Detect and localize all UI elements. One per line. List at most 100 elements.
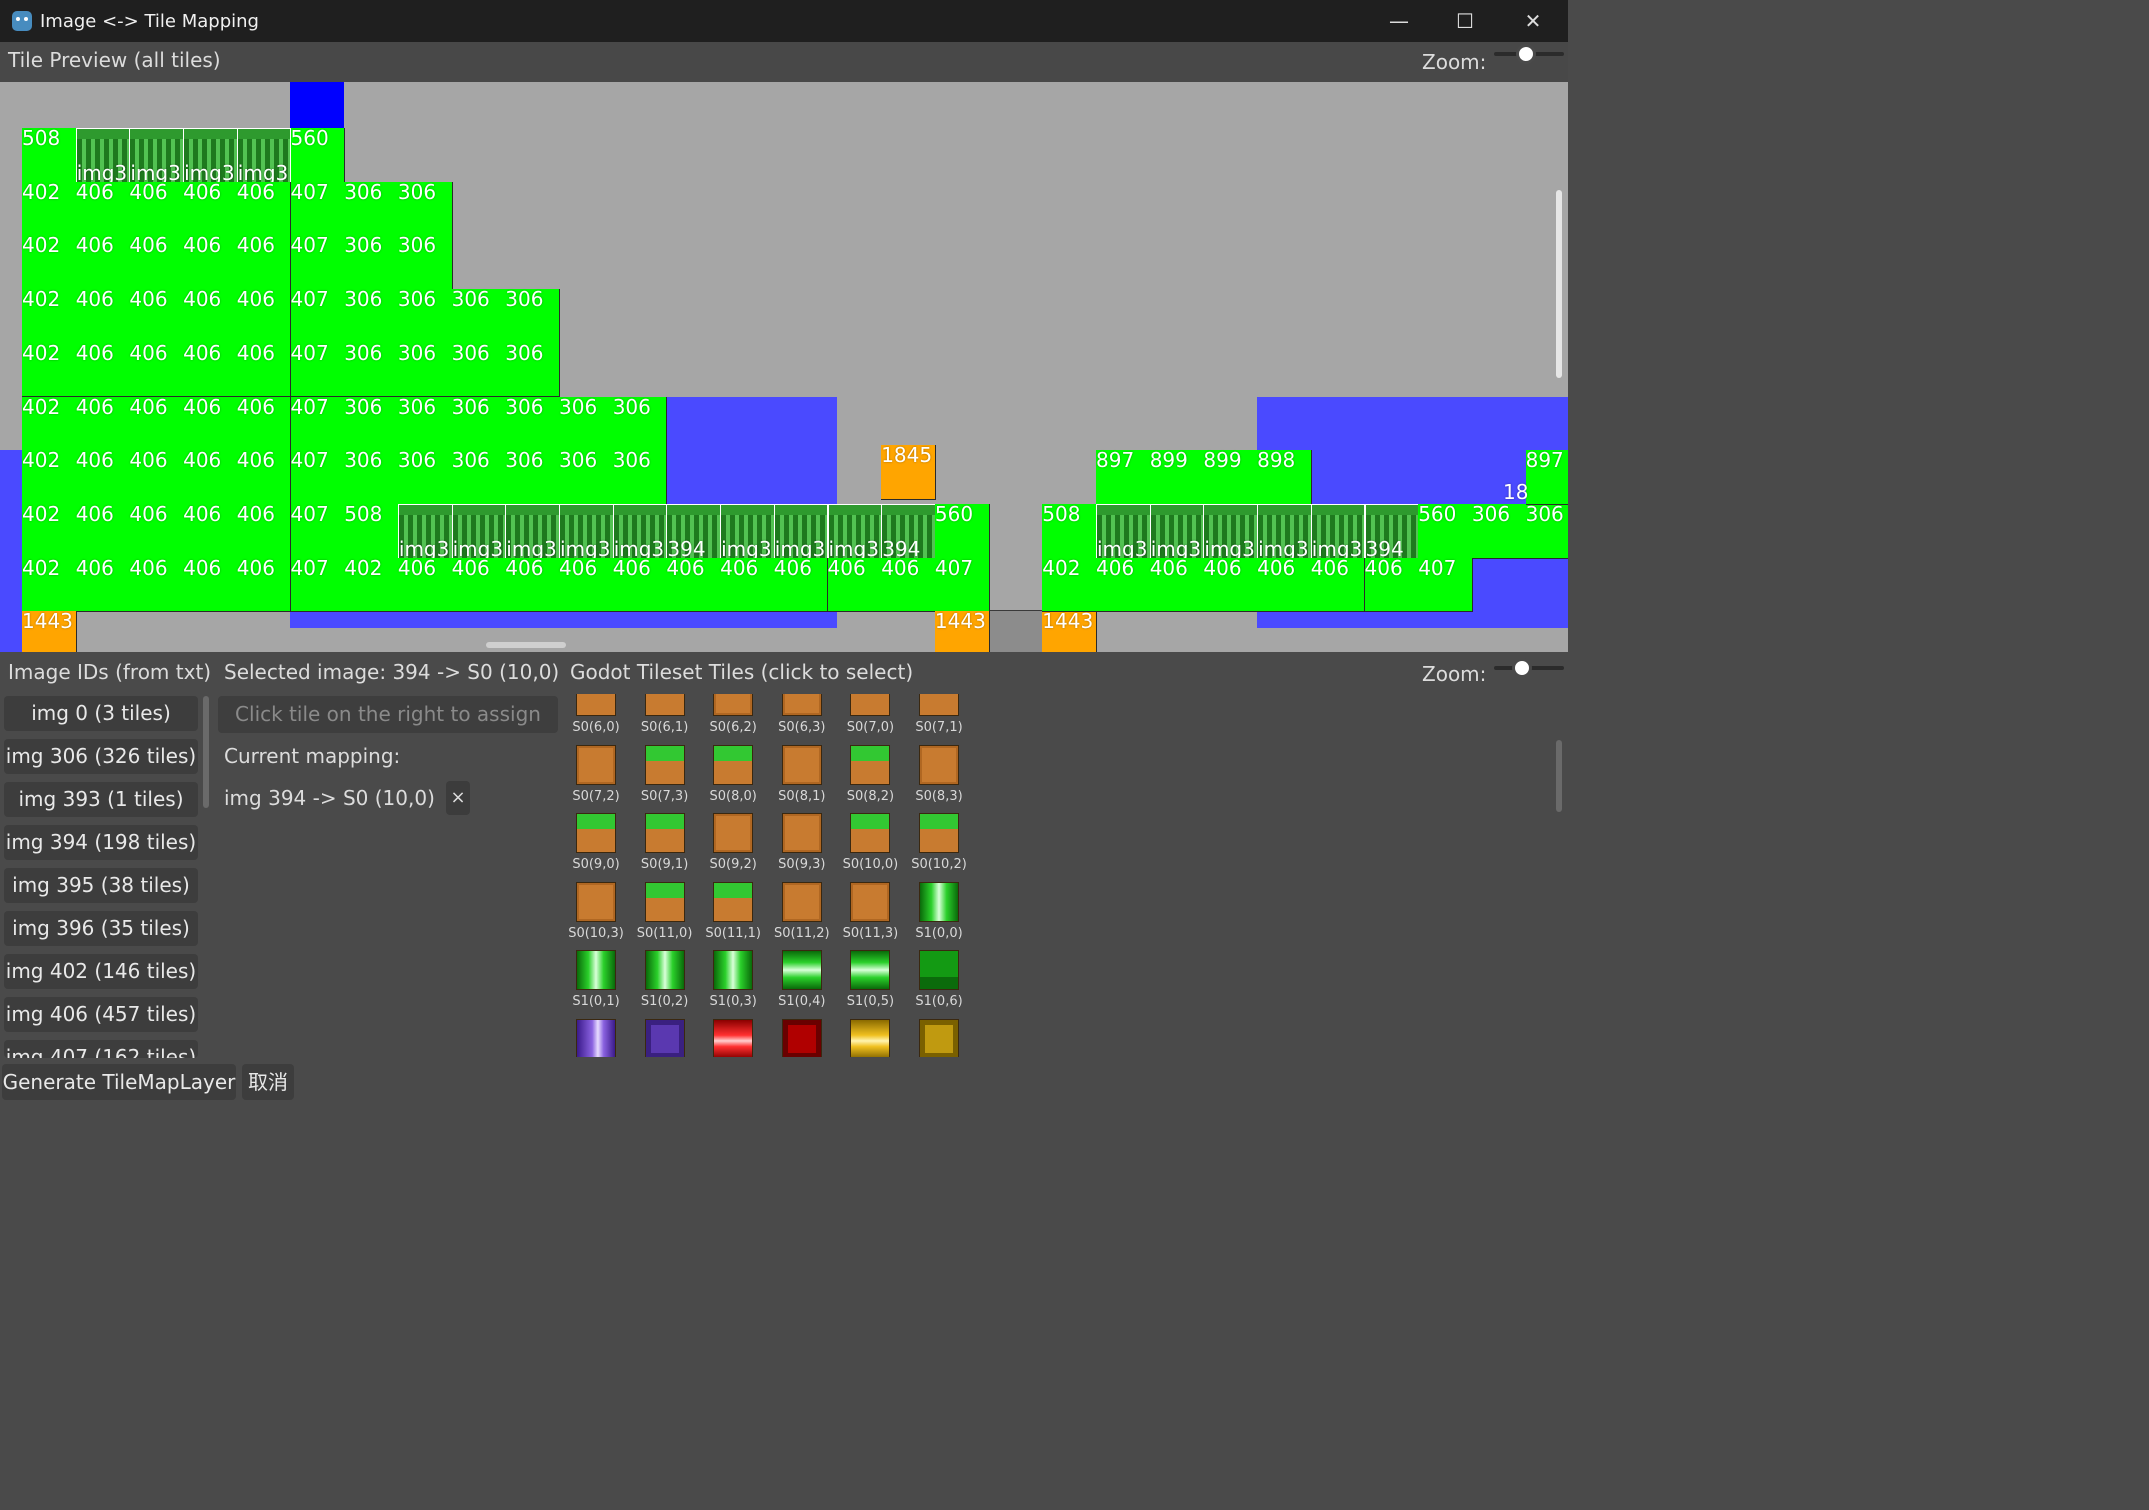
- image-id-item[interactable]: img 395 (38 tiles): [4, 868, 198, 903]
- tile-thumbnail-icon: [644, 950, 685, 991]
- tile-id-label: 407: [290, 555, 329, 580]
- image-id-item[interactable]: img 406 (457 tiles): [4, 997, 198, 1032]
- tileset-tile[interactable]: S0(11,1): [699, 881, 767, 951]
- tile-id-label: 306: [397, 394, 437, 419]
- tileset-tile[interactable]: [836, 1019, 904, 1057]
- tileset-tile[interactable]: S0(8,1): [768, 744, 836, 814]
- remove-mapping-button[interactable]: ×: [446, 781, 470, 815]
- selected-image-label: Selected image: 394 -> S0 (10,0): [224, 660, 560, 684]
- preview-tile: 407: [290, 555, 346, 613]
- tile-thumbnail-icon: [713, 881, 754, 922]
- image-id-item[interactable]: img 407 (162 tiles): [4, 1040, 198, 1058]
- tile-label: S0(11,2): [773, 925, 830, 941]
- tile-id-label: 560: [1418, 501, 1457, 526]
- tile-id-label: 402: [22, 179, 61, 204]
- tileset-tile[interactable]: S0(9,3): [768, 813, 836, 882]
- tile-id-label: 18: [1503, 480, 1529, 504]
- tile-thumbnail-icon: [576, 881, 616, 922]
- tileset-tile[interactable]: S0(9,1): [631, 813, 699, 882]
- tileset-tile[interactable]: S0(11,0): [631, 881, 699, 951]
- tileset-tile[interactable]: S1(0,4): [768, 950, 836, 1019]
- tile-id-label: 306: [505, 448, 544, 473]
- tileset-tile[interactable]: S0(8,2): [836, 744, 904, 814]
- preview-tile: 406: [75, 503, 131, 559]
- tileset-tile[interactable]: S0(9,0): [562, 813, 630, 882]
- tileset-tile[interactable]: S0(10,2): [905, 813, 973, 882]
- tileset-tile[interactable]: [631, 1019, 699, 1057]
- preview-title: Tile Preview (all tiles): [8, 48, 221, 72]
- preview-tile: 406: [183, 342, 238, 398]
- tileset-tile[interactable]: S0(7,3): [631, 744, 699, 814]
- tile-id-label: 306: [397, 179, 437, 204]
- tileset-tile[interactable]: S0(9,2): [699, 813, 767, 882]
- preview-zoom-grabber[interactable]: [1516, 44, 1536, 64]
- tileset-tile[interactable]: S0(7,1): [905, 694, 973, 745]
- tileset-tile[interactable]: S0(7,0): [836, 694, 904, 745]
- generate-tilemaplayer-button[interactable]: Generate TileMapLayer: [2, 1064, 236, 1100]
- tileset-tile[interactable]: S0(6,1): [631, 694, 699, 745]
- tile-label: S0(7,2): [572, 788, 620, 804]
- image-id-item[interactable]: img 402 (146 tiles): [4, 954, 198, 989]
- tileset-tile[interactable]: S1(0,0): [905, 881, 973, 951]
- preview-horizontal-scrollbar[interactable]: [486, 642, 566, 648]
- preview-tile: 402: [344, 557, 399, 613]
- assign-hint-button[interactable]: Click tile on the right to assign: [218, 696, 558, 733]
- preview-tile: 406: [1203, 557, 1259, 613]
- maximize-button[interactable]: ☐: [1432, 0, 1498, 42]
- tile-id-label: 406: [881, 555, 920, 580]
- preview-tile: 402: [22, 289, 77, 344]
- tileset-tile[interactable]: [699, 1019, 767, 1057]
- tileset-tile[interactable]: S0(6,0): [562, 694, 630, 745]
- cancel-button[interactable]: 取消: [242, 1064, 294, 1100]
- tile-thumbnail-icon: [919, 1019, 959, 1057]
- preview-tile: 560: [934, 503, 990, 559]
- image-list-scrollbar[interactable]: [203, 696, 209, 808]
- preview-tile: 407: [290, 289, 346, 344]
- tileset-tile[interactable]: S0(10,0): [836, 813, 904, 882]
- grass-tile: img3: [183, 128, 238, 183]
- tileset-tile[interactable]: S0(11,3): [836, 881, 904, 951]
- tileset-scrollbar[interactable]: [1556, 740, 1562, 812]
- preview-tile: 406: [236, 289, 292, 344]
- image-id-item[interactable]: img 394 (198 tiles): [4, 825, 198, 860]
- image-id-item[interactable]: img 306 (326 tiles): [4, 739, 198, 774]
- image-id-item[interactable]: img 396 (35 tiles): [4, 911, 198, 946]
- tileset-tile[interactable]: S1(0,2): [631, 950, 699, 1019]
- tile-id-label: 406: [129, 287, 168, 312]
- blue-block: [0, 450, 22, 652]
- tileset-tile[interactable]: S0(8,3): [905, 744, 973, 814]
- preview-vertical-scrollbar[interactable]: [1556, 190, 1562, 378]
- tileset-tile[interactable]: S0(10,3): [562, 881, 630, 951]
- close-button[interactable]: ✕: [1500, 0, 1566, 42]
- tile-thumbnail-icon: [644, 881, 685, 922]
- tile-label: S0(8,1): [778, 788, 826, 804]
- tileset-tile[interactable]: S1(0,6): [905, 950, 973, 1019]
- tileset-tile[interactable]: S0(7,2): [562, 744, 630, 814]
- preview-tile: 306: [344, 342, 399, 398]
- grass-tile: img3: [827, 503, 883, 559]
- image-ids-panel: Image IDs (from txt) img 0 (3 tiles) img …: [0, 652, 212, 1058]
- grass-tile: 394: [666, 503, 722, 559]
- tileset-tile[interactable]: S1(0,5): [836, 950, 904, 1019]
- tileset-tile[interactable]: S0(11,2): [768, 881, 836, 951]
- tileset-tile[interactable]: S0(6,3): [768, 694, 836, 745]
- tile-label: S0(8,2): [846, 788, 895, 804]
- tileset-tile[interactable]: [768, 1019, 836, 1057]
- tileset-tile[interactable]: S0(8,0): [699, 744, 767, 814]
- tile-id-label: 406: [505, 555, 544, 580]
- tileset-tile[interactable]: [562, 1019, 630, 1057]
- tile-label: S0(9,3): [778, 857, 826, 873]
- tileset-tile[interactable]: S1(0,1): [562, 950, 630, 1019]
- tile-id-label: 306: [344, 448, 383, 473]
- image-id-item[interactable]: img 393 (1 tiles): [4, 782, 198, 817]
- tileset-tile[interactable]: [905, 1019, 973, 1057]
- tile-preview-canvas[interactable]: 508 img3 img3 img3 img3 560 402 406 406 406 406 407…: [0, 82, 1568, 652]
- minimize-button[interactable]: —: [1366, 0, 1432, 42]
- preview-tile: 306: [559, 450, 614, 505]
- preview-tile: 406: [75, 181, 131, 237]
- tileset-zoom-grabber[interactable]: [1512, 658, 1532, 678]
- tileset-tile[interactable]: S1(0,3): [699, 950, 767, 1019]
- image-id-item[interactable]: img 0 (3 tiles): [4, 696, 198, 731]
- tileset-tile[interactable]: S0(6,2): [699, 694, 767, 745]
- tile-id-label: 560: [290, 126, 329, 150]
